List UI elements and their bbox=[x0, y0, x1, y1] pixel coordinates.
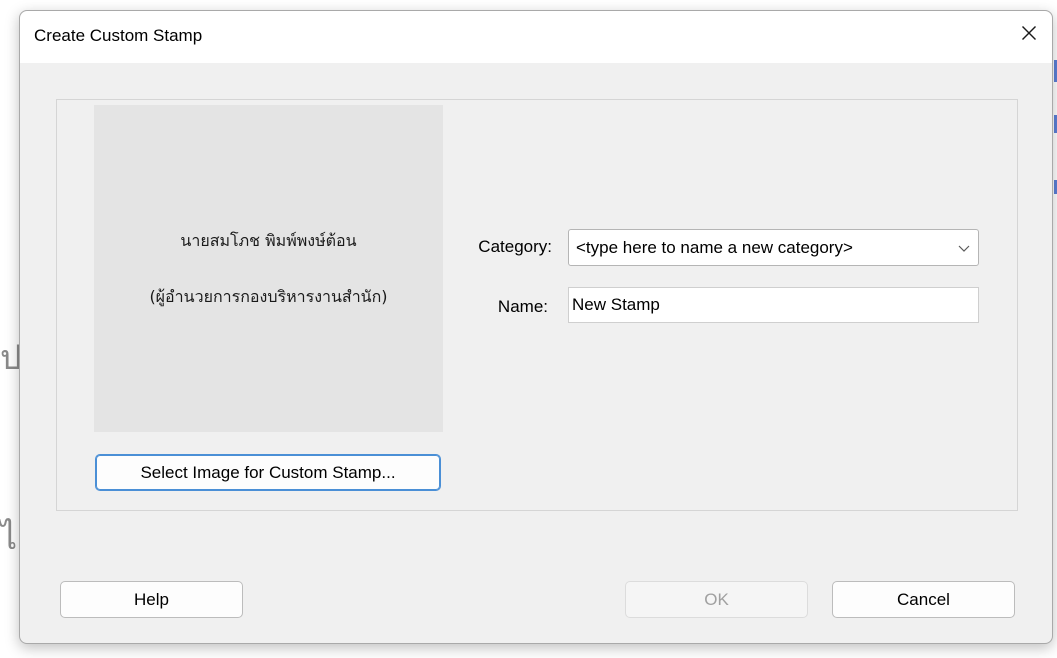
name-label: Name: bbox=[497, 297, 548, 316]
category-input[interactable]: <type here to name a new category> bbox=[576, 238, 853, 258]
stamp-preview-line-1: นายสมโภช พิมพ์พงษ์ต้อน bbox=[180, 231, 357, 250]
help-button[interactable]: Help bbox=[60, 581, 243, 618]
stamp-preview: นายสมโภช พิมพ์พงษ์ต้อน (ผู้อำนวยการกองบร… bbox=[94, 105, 443, 432]
category-combobox[interactable]: <type here to name a new category> bbox=[568, 229, 979, 266]
close-button[interactable] bbox=[1006, 11, 1052, 55]
background-text-fragment: ไ bbox=[0, 518, 18, 558]
chevron-down-icon[interactable] bbox=[956, 240, 972, 256]
name-input[interactable] bbox=[568, 287, 979, 323]
ok-button[interactable]: OK bbox=[625, 581, 808, 618]
select-image-button[interactable]: Select Image for Custom Stamp... bbox=[95, 454, 441, 491]
close-icon bbox=[1022, 26, 1036, 40]
create-custom-stamp-dialog: Create Custom Stamp นายสมโภช พิมพ์พงษ์ต้… bbox=[19, 10, 1053, 644]
category-label: Category: bbox=[478, 237, 552, 256]
stamp-preview-line-2: (ผู้อำนวยการกองบริหารงานสำนัก) bbox=[149, 287, 388, 306]
cancel-button[interactable]: Cancel bbox=[832, 581, 1015, 618]
dialog-title: Create Custom Stamp bbox=[34, 26, 203, 45]
title-bar: Create Custom Stamp bbox=[20, 11, 1052, 63]
